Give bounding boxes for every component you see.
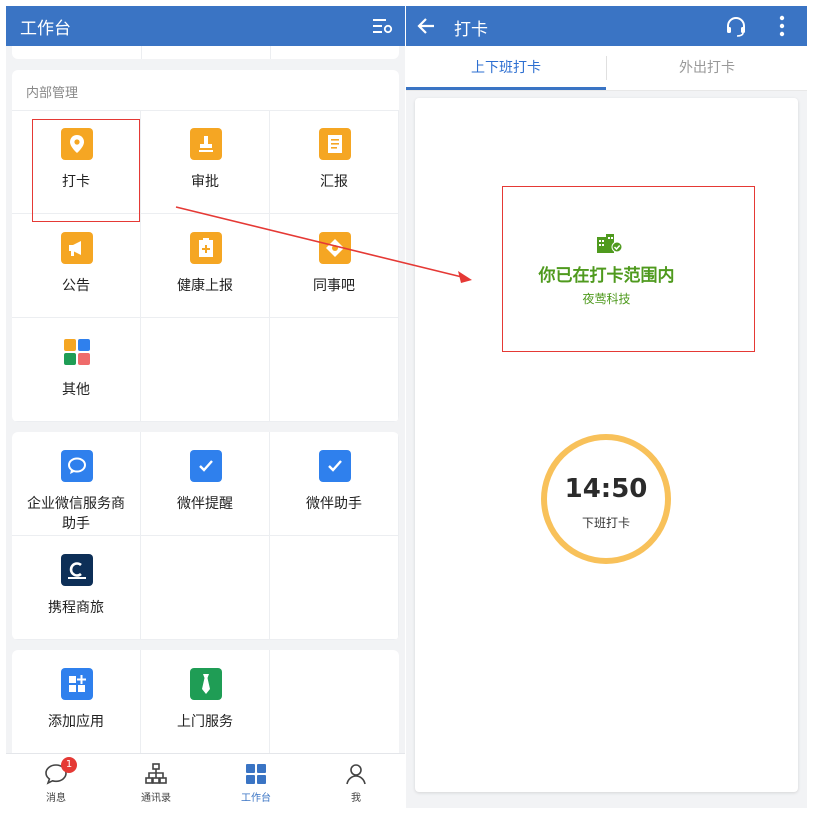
add-app-icon bbox=[61, 668, 93, 700]
checkin-header: 打卡 bbox=[406, 6, 807, 46]
org-chart-icon bbox=[145, 763, 167, 784]
page-title: 打卡 bbox=[454, 20, 488, 40]
clock-out-button[interactable]: 14:50 下班打卡 bbox=[541, 434, 671, 564]
page-title: 工作台 bbox=[20, 18, 71, 39]
app-label: 汇报 bbox=[320, 174, 348, 190]
app-label: 携程商旅 bbox=[48, 600, 104, 616]
ctrip-logo-icon bbox=[61, 554, 93, 586]
nav-contacts[interactable]: 通讯录 bbox=[106, 754, 206, 808]
tab-outing-checkin[interactable]: 外出打卡 bbox=[607, 46, 807, 90]
app-label: 上门服务 bbox=[177, 714, 233, 730]
app-label: 打卡 bbox=[62, 174, 90, 190]
empty-cell bbox=[141, 536, 270, 640]
company-name: 夜莺科技 bbox=[582, 292, 631, 306]
colleague-diamond-icon bbox=[319, 232, 351, 264]
health-report-icon bbox=[190, 232, 222, 264]
checkin-screen: 打卡 上下班打卡 外出打卡 你已在打卡范围内 夜莺科技 14:50 下班打卡 bbox=[406, 6, 807, 808]
nav-messages[interactable]: 1 消息 bbox=[6, 754, 106, 808]
app-label: 其他 bbox=[62, 382, 90, 398]
nav-workbench[interactable]: 工作台 bbox=[206, 754, 306, 808]
app-add[interactable]: 添加应用 bbox=[12, 650, 141, 754]
chat-bubble-icon bbox=[61, 450, 93, 482]
check-badge-icon bbox=[319, 450, 351, 482]
app-label: 微伴助手 bbox=[306, 496, 362, 512]
nav-label: 我 bbox=[351, 793, 361, 804]
app-label: 微伴提醒 bbox=[177, 496, 233, 512]
location-pin-icon bbox=[61, 128, 93, 160]
add-apps-card: 添加应用 上门服务 bbox=[12, 650, 399, 760]
app-label: 同事吧 bbox=[313, 278, 355, 294]
checkin-card: 你已在打卡范围内 夜莺科技 14:50 下班打卡 bbox=[415, 98, 798, 792]
app-wecom-helper[interactable]: 企业微信服务商助手 bbox=[12, 432, 141, 536]
more-vertical-icon[interactable] bbox=[776, 14, 788, 38]
app-checkin[interactable]: 打卡 bbox=[12, 110, 141, 214]
nav-label: 工作台 bbox=[241, 793, 271, 804]
empty-cell bbox=[141, 318, 270, 422]
person-icon bbox=[346, 764, 366, 785]
app-label: 公告 bbox=[62, 278, 90, 294]
tab-commute-checkin[interactable]: 上下班打卡 bbox=[406, 46, 606, 90]
app-report[interactable]: 汇报 bbox=[270, 110, 399, 214]
workbench-screen: 工作台 内部管理 打卡 审批 汇报 公告 健康上报 同事吧 其他 企业微信服务商… bbox=[6, 6, 405, 808]
app-announcement[interactable]: 公告 bbox=[12, 214, 141, 318]
app-ctrip[interactable]: 携程商旅 bbox=[12, 536, 141, 640]
workbench-header: 工作台 bbox=[6, 6, 405, 46]
internal-management-card: 内部管理 打卡 审批 汇报 公告 健康上报 同事吧 其他 bbox=[12, 70, 399, 422]
nav-label: 通讯录 bbox=[141, 793, 171, 804]
app-approval[interactable]: 审批 bbox=[141, 110, 270, 214]
building-check-icon bbox=[597, 234, 623, 253]
nav-me[interactable]: 我 bbox=[306, 754, 405, 808]
stamp-icon bbox=[190, 128, 222, 160]
app-label: 企业微信服务商助手 bbox=[27, 496, 125, 532]
tie-icon bbox=[190, 668, 222, 700]
section-title: 内部管理 bbox=[26, 86, 79, 101]
app-label: 健康上报 bbox=[177, 278, 233, 294]
unread-badge: 1 bbox=[61, 757, 77, 773]
app-label: 审批 bbox=[191, 174, 219, 190]
filter-settings-icon[interactable] bbox=[373, 17, 393, 35]
app-weiban-reminder[interactable]: 微伴提醒 bbox=[141, 432, 270, 536]
headset-icon[interactable] bbox=[724, 14, 748, 38]
active-tab-indicator bbox=[406, 87, 606, 90]
checkin-tabs: 上下班打卡 外出打卡 bbox=[406, 46, 807, 91]
section-stub bbox=[12, 46, 399, 59]
empty-cell bbox=[270, 536, 399, 640]
app-health-report[interactable]: 健康上报 bbox=[141, 214, 270, 318]
clock-out-label: 下班打卡 bbox=[581, 516, 630, 530]
report-document-icon bbox=[319, 128, 351, 160]
app-colleague-bar[interactable]: 同事吧 bbox=[270, 214, 399, 318]
nav-label: 消息 bbox=[46, 793, 66, 804]
app-label: 添加应用 bbox=[48, 714, 104, 730]
back-arrow-icon[interactable] bbox=[416, 15, 436, 37]
app-onsite-service[interactable]: 上门服务 bbox=[141, 650, 270, 754]
checkin-range-status: 你已在打卡范围内 bbox=[538, 266, 675, 286]
current-time: 14:50 bbox=[564, 474, 648, 504]
third-party-apps-card: 企业微信服务商助手 微伴提醒 微伴助手 携程商旅 bbox=[12, 432, 399, 640]
megaphone-icon bbox=[61, 232, 93, 264]
empty-cell bbox=[270, 318, 399, 422]
apps-grid-icon bbox=[61, 336, 93, 368]
check-badge-icon bbox=[190, 450, 222, 482]
workbench-grid-icon bbox=[246, 764, 266, 784]
bottom-navigation: 1 消息 通讯录 工作台 我 bbox=[6, 753, 405, 808]
app-weiban-assistant[interactable]: 微伴助手 bbox=[270, 432, 399, 536]
app-other[interactable]: 其他 bbox=[12, 318, 141, 422]
